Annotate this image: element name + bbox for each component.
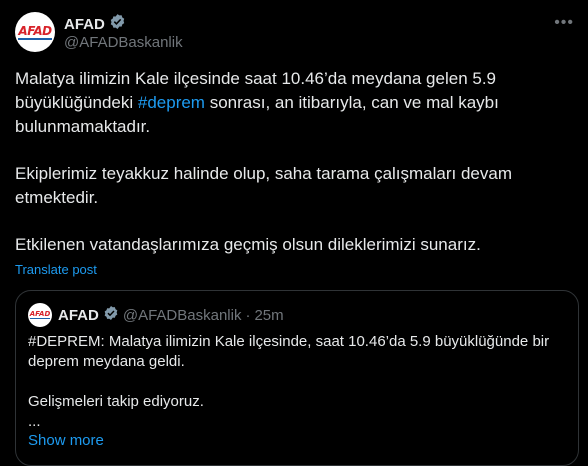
quoted-post[interactable]: AFAD AFAD @AFADBaskanlik · 25m #DEPREM: … — [15, 290, 579, 466]
tweet-paragraph-3: Etkilenen vatandaşlarımıza geçmiş olsun … — [15, 235, 481, 254]
tweet-text: Malatya ilimizin Kale ilçesinde saat 10.… — [15, 67, 575, 257]
quoted-author-handle: @AFADBaskanlik — [122, 306, 242, 324]
tweet-paragraph-1: Malatya ilimizin Kale ilçesinde saat 10.… — [15, 69, 499, 136]
author-name-row: AFAD — [64, 13, 126, 35]
hashtag-link[interactable]: #deprem — [138, 93, 205, 112]
author-name[interactable]: AFAD — [64, 16, 105, 33]
more-horizontal-icon[interactable]: ••• — [554, 14, 574, 32]
quoted-ellipsis: ... — [28, 413, 41, 430]
quoted-afad-logo: AFAD — [29, 310, 51, 319]
translate-post-link[interactable]: Translate post — [15, 262, 97, 277]
verified-badge-icon — [103, 305, 119, 325]
quoted-author-name: AFAD — [58, 306, 99, 324]
separator-dot: · — [245, 306, 251, 324]
quoted-timestamp: 25m — [254, 306, 284, 324]
avatar[interactable]: AFAD — [15, 12, 55, 52]
quoted-header: AFAD @AFADBaskanlik · 25m — [58, 305, 284, 325]
quoted-paragraph-1: #DEPREM: Malatya ilimizin Kale ilçesinde… — [28, 333, 550, 370]
author-handle[interactable]: @AFADBaskanlik — [64, 34, 183, 51]
show-more-link[interactable]: Show more — [28, 432, 104, 449]
afad-logo: AFAD — [18, 23, 52, 40]
quoted-avatar: AFAD — [28, 303, 52, 327]
tweet-paragraph-2: Ekiplerimiz teyakkuz halinde olup, saha … — [15, 164, 513, 207]
quoted-text: #DEPREM: Malatya ilimizin Kale ilçesinde… — [28, 332, 568, 432]
verified-badge-icon — [109, 13, 126, 35]
quoted-paragraph-2: Gelişmeleri takip ediyoruz. — [28, 393, 204, 410]
